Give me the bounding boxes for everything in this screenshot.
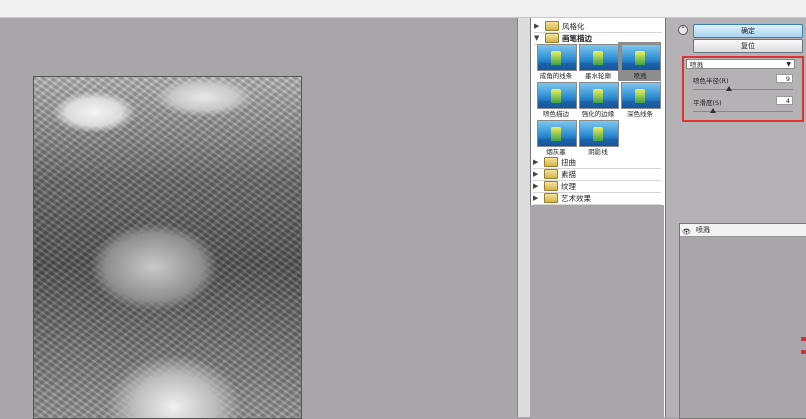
filter-thumb-dark-strokes[interactable]: [621, 82, 661, 109]
smoothness-input[interactable]: 4: [776, 96, 793, 105]
folder-icon: [545, 33, 559, 43]
folder-label: 艺术效果: [561, 193, 591, 203]
gallery-collapse-strip[interactable]: [517, 18, 530, 417]
filter-thumb-sumi-e[interactable]: [537, 120, 577, 147]
smoothness-slider[interactable]: [693, 108, 793, 113]
effect-layer-name: 喷溅: [696, 226, 710, 234]
filter-label: 深色线条: [627, 110, 653, 118]
ok-button[interactable]: 确定: [693, 24, 803, 38]
filter-select[interactable]: 喷溅 ▼: [686, 59, 795, 69]
folder-icon: [544, 169, 558, 179]
spray-radius-label: 喷色半径(R): [693, 77, 729, 85]
edge-marker: [801, 350, 806, 354]
smoothness-label: 平滑度(S): [693, 99, 722, 107]
folder-artistic[interactable]: ▶ 艺术效果: [533, 192, 661, 205]
filter-label: 烟灰墨: [546, 148, 566, 156]
filter-preview-image[interactable]: [33, 76, 302, 419]
dropdown-arrow-icon: ▼: [786, 61, 791, 68]
expand-arrow-icon: ▶: [533, 170, 539, 178]
effect-layers-panel: 👁 喷溅: [679, 223, 806, 419]
effect-layer-row[interactable]: 👁 喷溅: [680, 224, 806, 237]
filter-select-value: 喷溅: [690, 61, 703, 69]
expand-arrow-icon: ▶: [534, 22, 540, 30]
title-bar: [0, 0, 806, 18]
eye-icon[interactable]: 👁: [682, 226, 691, 238]
folder-label: 画笔描边: [562, 33, 592, 43]
spray-radius-input[interactable]: 9: [776, 74, 793, 83]
spray-radius-slider[interactable]: [693, 86, 793, 91]
folder-icon: [545, 21, 559, 31]
edge-marker: [801, 337, 806, 341]
filter-label: 成角的线条: [539, 72, 573, 80]
filter-thumb-angled-strokes[interactable]: [537, 44, 577, 71]
folder-label: 素描: [561, 169, 576, 179]
folder-icon: [544, 181, 558, 191]
expand-arrow-icon: ▶: [533, 182, 539, 190]
collapse-gallery-icon[interactable]: ⌃: [678, 25, 688, 35]
filter-thumb-accented-edges[interactable]: [579, 82, 619, 109]
folder-label: 风格化: [562, 21, 585, 31]
folder-label: 扭曲: [561, 157, 576, 167]
expand-arrow-icon: ▶: [533, 194, 539, 202]
filter-thumb-ink-outlines[interactable]: [579, 44, 619, 71]
folder-icon: [544, 157, 558, 167]
filter-thumb-spatter[interactable]: [621, 44, 661, 71]
expand-arrow-icon: ▶: [533, 158, 539, 166]
reset-button[interactable]: 复位: [693, 39, 803, 53]
filter-label: 喷溅: [633, 72, 647, 80]
folder-icon: [544, 193, 558, 203]
gallery-empty-space: [530, 205, 664, 417]
collapse-arrow-icon: ▼: [534, 34, 540, 42]
slider-knob[interactable]: [710, 108, 716, 113]
filter-thumb-crosshatch[interactable]: [579, 120, 619, 147]
folder-label: 纹理: [561, 181, 576, 191]
filter-label: 喷色描边: [543, 110, 569, 118]
filter-label: 阴影线: [588, 148, 608, 156]
filter-thumb-sprayed-strokes[interactable]: [537, 82, 577, 109]
slider-knob[interactable]: [726, 86, 732, 91]
filter-label: 墨水轮廓: [585, 72, 611, 80]
filter-label: 强化的边缘: [581, 110, 615, 118]
